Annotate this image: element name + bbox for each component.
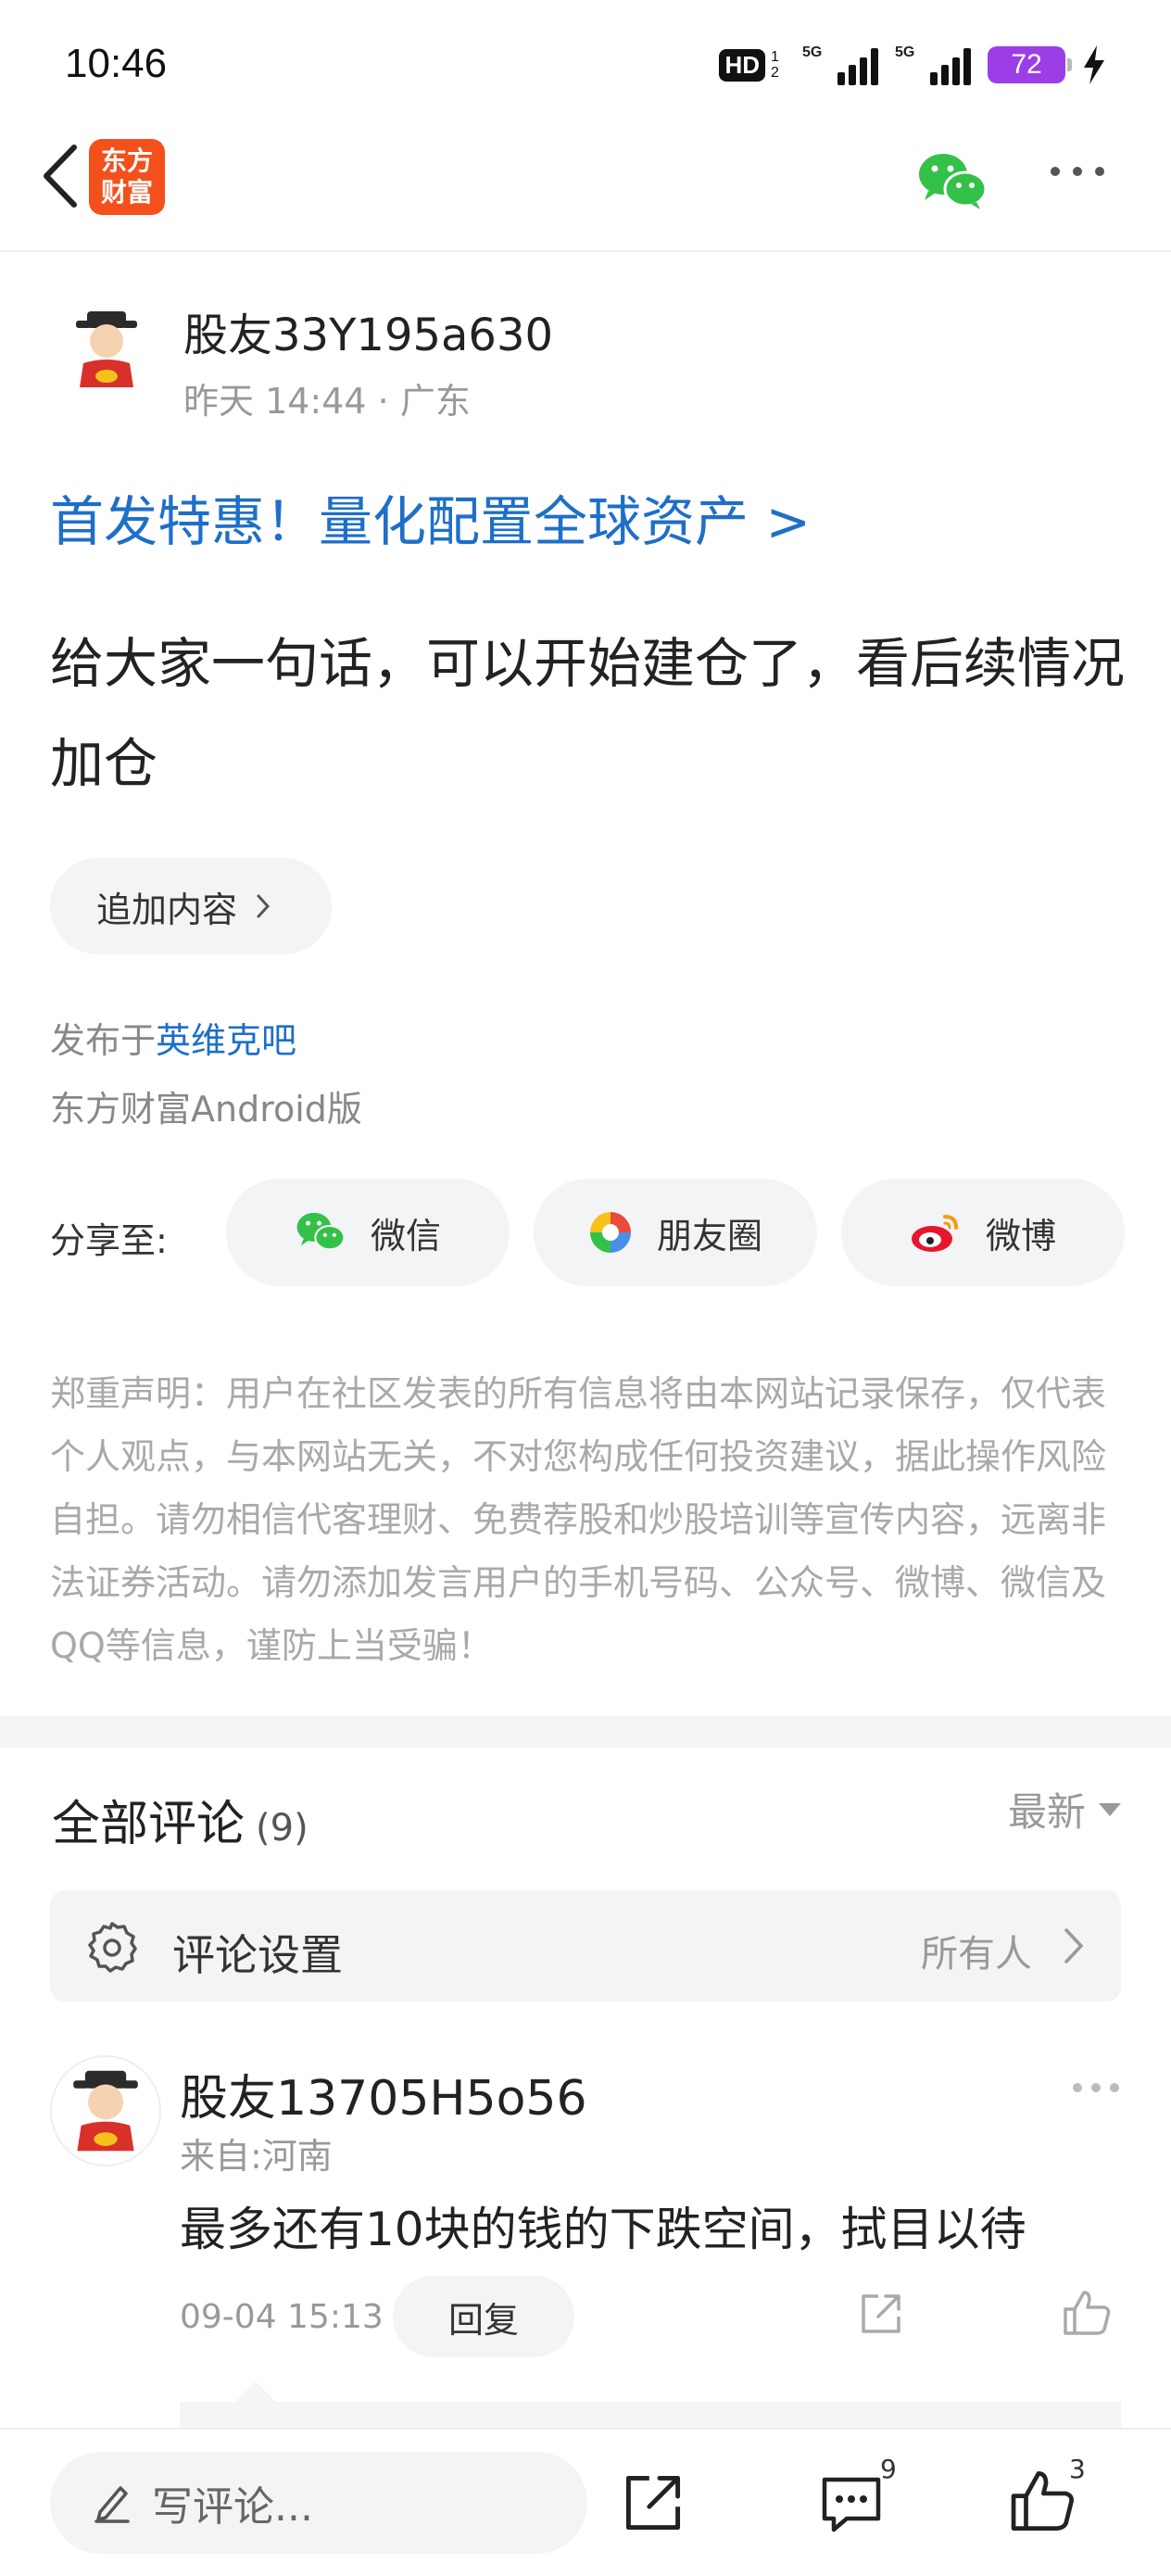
dot-icon [1051,167,1060,176]
signal-label: 5G [802,44,823,60]
like-count-badge: 3 [1069,2454,1086,2484]
comment-settings-label: 评论设置 [172,1930,343,1980]
dot-icon [1073,167,1082,176]
commenter-name[interactable]: 股友13705H5o56 [180,2059,587,2128]
share-moments-label: 朋友圈 [656,1215,762,1256]
append-content-label: 追加内容 [96,889,238,930]
share-label: 分享至: [50,1220,168,1261]
comment-settings-value: 所有人 [921,1933,1032,1976]
moments-icon [589,1212,631,1253]
share-icon[interactable] [621,2470,686,2535]
post-content: 给大家一句话，可以开始建仓了，看后续情况加仓 [50,632,1126,795]
status-indicators: HD 1 2 5G 5G 72 [719,44,1106,85]
share-wechat-label: 微信 [370,1215,441,1256]
write-comment-placeholder: 写评论... [152,2483,313,2531]
posted-prefix: 发布于 [50,1020,157,1061]
weibo-icon [911,1215,958,1252]
post-meta: 昨天 14:44 · 广东 [183,381,471,422]
app-logo[interactable]: 东方 财富 [89,139,165,215]
share-weibo-button[interactable]: 微博 [841,1179,1125,1286]
thumbs-up-icon[interactable] [1008,2469,1077,2533]
signal-label-2: 5G [895,44,915,60]
commenter-location: 来自:河南 [180,2136,333,2177]
signal-icon: 5G [802,44,878,85]
gear-icon [88,1922,137,1973]
share-icon[interactable] [858,2291,904,2337]
chevron-left-icon [44,145,77,208]
chevron-right-icon [257,894,271,918]
comment-more-button[interactable] [1073,2083,1119,2092]
charging-icon [1084,45,1104,84]
author-name[interactable]: 股友33Y195a630 [183,298,553,363]
dot-icon [1091,2083,1101,2092]
battery-icon: 72 [988,46,1072,83]
status-time: 10:46 [65,41,168,86]
board-link[interactable]: 英维克吧 [156,1020,296,1061]
share-moments-button[interactable]: 朋友圈 [534,1179,817,1286]
back-button[interactable] [22,130,96,222]
logo-text-1: 东方 [100,145,153,176]
bottom-action-bar: 写评论... 9 3 [0,2428,1171,2576]
dot-icon [1073,2083,1082,2092]
triangle-down-icon [1099,1802,1121,1816]
battery-level: 72 [1011,49,1042,80]
status-bar: 10:46 HD 1 2 5G 5G 72 [0,0,1171,130]
comments-header: 全部评论 (9) [52,1785,308,1854]
author-avatar[interactable] [56,298,157,400]
commenter-avatar[interactable] [50,2055,161,2166]
comment-count-badge: 9 [880,2454,897,2484]
top-nav: 东方 财富 [0,130,1171,252]
comments-title: 全部评论 [52,1797,246,1852]
posted-in: 发布于英维克吧 [50,1012,296,1063]
share-wechat-button[interactable]: 微信 [226,1179,510,1286]
comment-settings-row[interactable]: 评论设置 所有人 [50,1890,1121,2001]
share-weibo-label: 微博 [985,1215,1056,1256]
pencil-icon [94,2486,130,2523]
reply-button[interactable]: 回复 [393,2276,574,2357]
client-info: 东方财富Android版 [50,1089,362,1130]
caishen-avatar-icon [73,2070,138,2152]
sort-dropdown[interactable]: 最新 [1008,1781,1121,1837]
section-divider [0,1716,1171,1748]
disclaimer-text: 郑重声明：用户在社区发表的所有信息将由本网站记录保存，仅代表个人观点，与本网站无… [50,1373,1107,1666]
hd-sim-indicator: 1 2 [771,49,779,81]
append-content-button[interactable]: 追加内容 [50,858,332,954]
dot-icon [1110,2083,1119,2092]
hd-indicator: HD [719,48,765,82]
promo-link[interactable]: 首发特惠！量化配置全球资产 > [50,478,811,556]
more-button[interactable] [1051,167,1104,176]
signal-icon-2: 5G [895,44,971,85]
comment-text: 最多还有10块的钱的下跌空间，拭目以待 [180,2203,1026,2256]
thumbs-up-icon[interactable] [1062,2289,1112,2337]
dot-icon [1095,167,1104,176]
logo-text-2: 财富 [100,177,153,208]
sort-label: 最新 [1007,1789,1086,1835]
caishen-avatar-icon [76,311,137,387]
comments-count: (9) [256,1807,308,1850]
chevron-right-icon [1064,1928,1084,1964]
comment-time: 09-04 15:13 [180,2298,384,2336]
wechat-icon [296,1212,346,1251]
wechat-icon[interactable] [917,150,988,213]
write-comment-input[interactable]: 写评论... [50,2452,587,2554]
comment-icon[interactable] [819,2470,884,2535]
